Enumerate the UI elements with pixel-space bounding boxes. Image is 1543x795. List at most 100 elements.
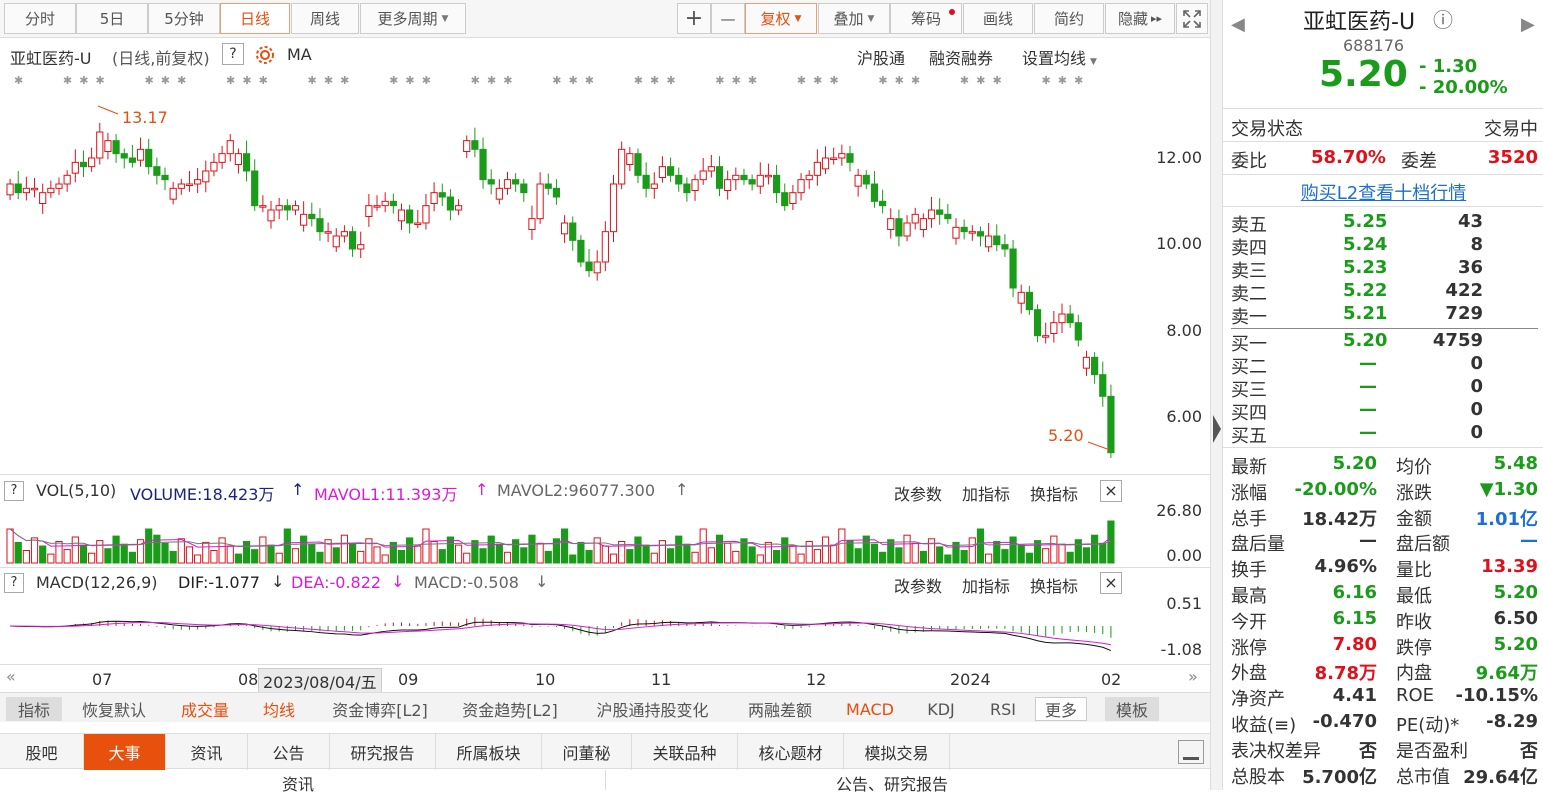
volume-bar <box>422 528 430 564</box>
overlay-dropdown[interactable]: 叠加 ▼ <box>818 3 890 34</box>
help-icon[interactable]: ? <box>4 573 24 593</box>
restore-default-button[interactable]: 恢复默认 <box>70 697 158 721</box>
edit-params-link[interactable]: 改参数 <box>894 481 942 505</box>
indicator-kdj[interactable]: KDJ <box>915 697 967 721</box>
minimize-panel-icon[interactable] <box>1178 740 1204 764</box>
tab-core-themes[interactable]: 核心题材 <box>738 734 844 770</box>
tab-ask-secretary[interactable]: 问董秘 <box>542 734 632 770</box>
more-indicators-button[interactable]: 更多 <box>1035 697 1087 721</box>
add-indicator-link[interactable]: 加指标 <box>962 573 1010 597</box>
gear-icon[interactable] <box>254 44 276 70</box>
event-marker-icon: ✱ <box>650 74 659 87</box>
volume-bar <box>699 528 707 564</box>
volume-bar <box>340 534 349 564</box>
macd-chart[interactable] <box>0 596 1125 662</box>
collapse-arrow-icon[interactable] <box>1213 415 1221 443</box>
candlestick-chart[interactable]: ✱ ✱ ✱ ✱ ✱ ✱ ✱ ✱ ✱ ✱ ✱ ✱ ✱ ✱ ✱ ✱ ✱ ✱ ✱ ✱ ✱ ✱ ✱ ✱ ✱ ✱ ✱ ✱ ✱ ✱ ✱ ✱ ✱ ✱ ✱ ✱ ✱ ✱ ✱ ✱ <box>0 70 1210 473</box>
switch-indicator-link[interactable]: 换指标 <box>1030 573 1078 597</box>
tab-weekly[interactable]: 周线 <box>291 3 359 34</box>
macd-value: MACD:-0.508 <box>414 573 519 592</box>
tab-daily[interactable]: 日线 <box>220 3 290 34</box>
zoom-in-button[interactable]: + <box>677 3 711 34</box>
ask-level-3[interactable]: 卖三 5.23 36 <box>1231 257 1538 282</box>
info-icon[interactable]: ⓘ <box>1433 4 1453 33</box>
event-marker-icon: ✱ <box>715 74 724 87</box>
simple-button[interactable]: 简约 <box>1034 3 1104 34</box>
indicator-hgt-holding[interactable]: 沪股通持股变化 <box>580 697 725 721</box>
switch-indicator-link[interactable]: 换指标 <box>1030 481 1078 505</box>
volume-bar <box>560 528 569 564</box>
candle-body <box>1050 322 1058 335</box>
help-icon[interactable]: ? <box>222 43 244 65</box>
bid-level-3[interactable]: 买三 —0 <box>1231 376 1538 401</box>
panel-splitter[interactable] <box>1210 0 1222 790</box>
ask-level-2[interactable]: 卖二 5.22 422 <box>1231 280 1538 305</box>
ask-level-4[interactable]: 卖四 5.24 8 <box>1231 234 1538 259</box>
hide-button[interactable]: 隐藏 ▸▸ <box>1105 3 1175 34</box>
dif-line <box>10 620 1112 652</box>
ask-level-1[interactable]: 卖一 5.21 729 <box>1231 303 1538 328</box>
more-periods-dropdown[interactable]: 更多周期 ▼ <box>360 3 466 34</box>
candle-body <box>642 174 650 189</box>
indicator-volume[interactable]: 成交量 <box>170 697 240 721</box>
indicator-ma[interactable]: 均线 <box>250 697 308 721</box>
help-icon[interactable]: ? <box>4 481 24 501</box>
tab-5min[interactable]: 5分钟 <box>148 3 220 34</box>
indicator-margin-diff[interactable]: 两融差额 <box>735 697 825 721</box>
ma-label[interactable]: MA <box>287 45 312 64</box>
candle-body <box>797 179 805 194</box>
tab-fenshi[interactable]: 分时 <box>4 3 76 34</box>
close-icon[interactable]: × <box>1100 480 1122 502</box>
candle-body <box>487 179 495 185</box>
vol-y-min: 0.00 <box>1166 546 1202 565</box>
chart-title-bar: 亚虹医药-U (日线,前复权) ? MA 沪股通 融资融券 设置均线 ▼ <box>0 40 1120 70</box>
volume-bar <box>128 551 136 564</box>
add-indicator-link[interactable]: 加指标 <box>962 481 1010 505</box>
volume-bar <box>658 540 667 564</box>
bid-level-2[interactable]: 买二 —0 <box>1231 353 1538 378</box>
candle-body <box>560 222 569 235</box>
tab-related[interactable]: 关联品种 <box>632 734 738 770</box>
candle-body <box>120 153 128 159</box>
candle-body <box>39 192 47 204</box>
set-ma-dropdown[interactable]: 设置均线 ▼ <box>1022 45 1097 69</box>
volume-chart[interactable] <box>0 505 1125 565</box>
indicator-rsi[interactable]: RSI <box>977 697 1029 721</box>
tab-simulated-trading[interactable]: 模拟交易 <box>844 734 950 770</box>
volume-bar <box>88 552 96 564</box>
margin-trading-link[interactable]: 融资融券 <box>929 45 993 69</box>
volume-bar <box>634 536 642 564</box>
volume-bar <box>830 544 838 564</box>
ask-level-5[interactable]: 卖五 5.25 43 <box>1231 211 1538 236</box>
next-stock-icon[interactable]: ▶ <box>1521 14 1535 35</box>
prev-stock-icon[interactable]: ◀ <box>1231 14 1245 35</box>
scroll-right-icon[interactable]: » <box>1188 667 1198 686</box>
bid-level-1[interactable]: 买一 5.20 4759 <box>1231 330 1538 355</box>
zoom-out-button[interactable]: — <box>711 3 745 34</box>
tab-guba[interactable]: 股吧 <box>0 734 84 770</box>
tab-news[interactable]: 资讯 <box>166 734 248 770</box>
bid-level-5[interactable]: 买五 —0 <box>1231 422 1538 447</box>
edit-params-link[interactable]: 改参数 <box>894 573 942 597</box>
draw-line-button[interactable]: 画线 <box>963 3 1033 34</box>
scroll-left-icon[interactable]: « <box>6 667 16 686</box>
indicator-fund-trend[interactable]: 资金趋势[L2] <box>450 697 570 721</box>
event-marker-icon: ✱ <box>96 74 105 87</box>
indicator-macd[interactable]: MACD <box>835 697 905 721</box>
tab-research[interactable]: 研究报告 <box>330 734 436 770</box>
tab-announcements[interactable]: 公告 <box>248 734 330 770</box>
hugutong-link[interactable]: 沪股通 <box>857 45 905 69</box>
template-button[interactable]: 模板 <box>1105 697 1159 721</box>
candle-body <box>324 231 332 234</box>
indicator-fund-game[interactable]: 资金博弈[L2] <box>320 697 440 721</box>
chips-button[interactable]: 筹码 <box>890 3 962 34</box>
tab-sectors[interactable]: 所属板块 <box>436 734 542 770</box>
fuquan-dropdown[interactable]: 复权 ▼ <box>745 3 817 34</box>
close-icon[interactable]: × <box>1100 572 1122 594</box>
candle-body <box>300 213 308 226</box>
fullscreen-button[interactable] <box>1176 3 1208 34</box>
tab-5day[interactable]: 5日 <box>76 3 148 34</box>
tab-events[interactable]: 大事 <box>84 734 166 770</box>
buy-l2-link[interactable]: 购买L2查看十档行情 <box>1223 179 1543 205</box>
bid-level-4[interactable]: 买四 —0 <box>1231 399 1538 424</box>
